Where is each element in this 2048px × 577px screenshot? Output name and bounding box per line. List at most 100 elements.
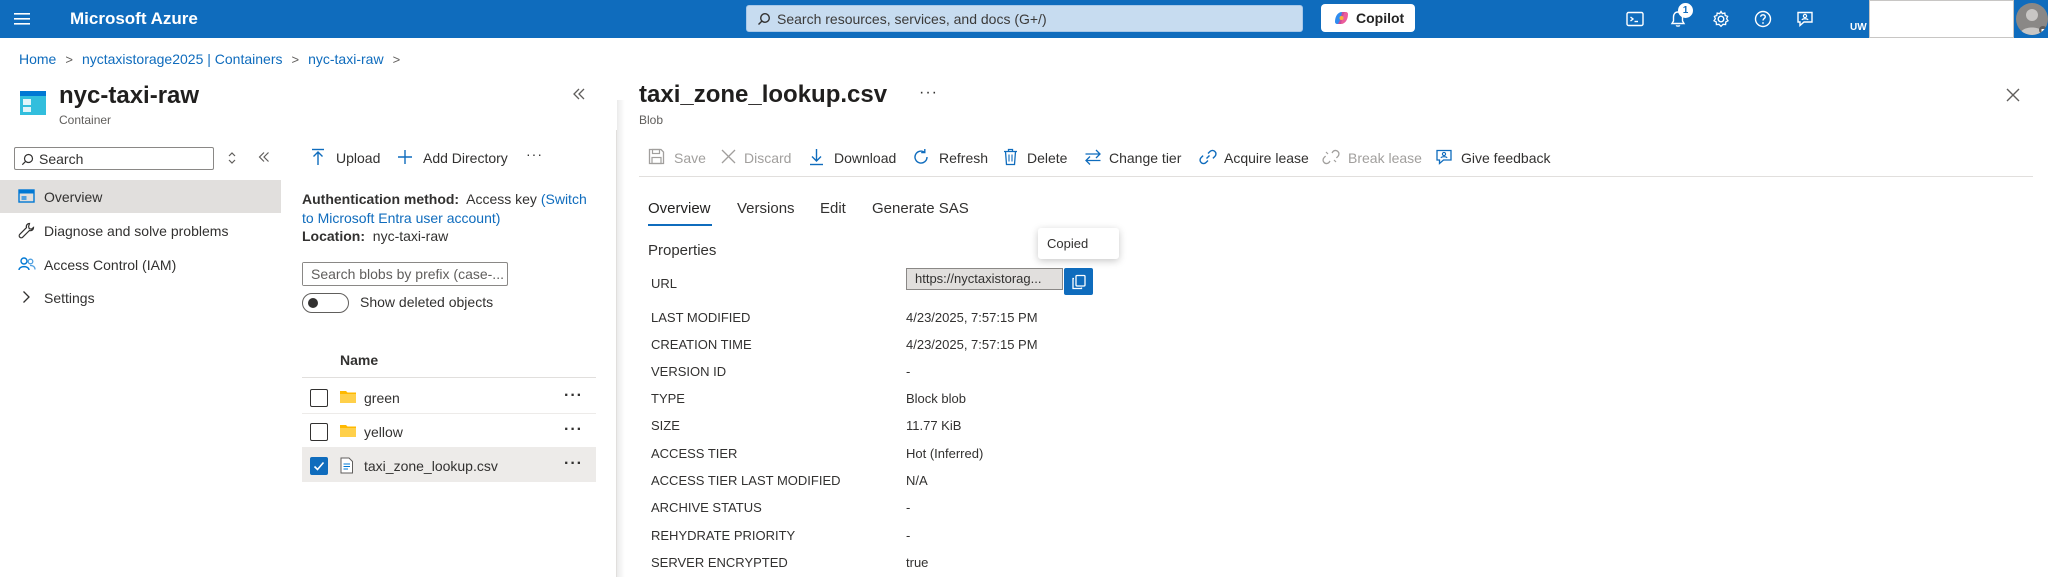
column-header-name[interactable]: Name xyxy=(340,352,378,368)
property-label: REHYDRATE PRIORITY xyxy=(651,528,796,543)
more-options-icon[interactable]: ··· xyxy=(526,146,543,162)
blob-prefix-search[interactable] xyxy=(302,262,508,286)
show-deleted-toggle[interactable] xyxy=(302,293,349,313)
search-icon xyxy=(757,12,771,26)
change-tier-button[interactable]: Change tier xyxy=(1084,148,1184,168)
table-row[interactable]: taxi_zone_lookup.csv ··· xyxy=(302,448,596,482)
change-tier-icon xyxy=(1084,148,1102,166)
break-lease-button[interactable]: Break lease xyxy=(1322,148,1422,168)
breadcrumb-container[interactable]: nyc-taxi-raw xyxy=(308,51,383,67)
delete-button[interactable]: Delete xyxy=(1003,148,1069,168)
collapse-menu-icon[interactable] xyxy=(258,151,270,163)
row-checkbox[interactable] xyxy=(310,389,328,407)
table-row[interactable]: green ··· xyxy=(302,380,596,414)
menu-item-label: Settings xyxy=(44,290,95,306)
row-checkbox[interactable] xyxy=(310,423,328,441)
wrench-icon xyxy=(18,222,35,239)
user-initials: UW xyxy=(1850,22,1867,33)
property-label: TYPE xyxy=(651,391,685,406)
download-label: Download xyxy=(834,150,897,166)
authentication-info: Authentication method: Access key (Switc… xyxy=(302,190,602,228)
avatar[interactable] xyxy=(2016,3,2048,35)
folder-icon xyxy=(339,423,357,438)
upload-icon xyxy=(311,148,325,166)
download-button[interactable]: Download xyxy=(809,148,897,168)
people-icon xyxy=(18,256,36,272)
row-more-icon[interactable]: ··· xyxy=(564,455,583,473)
table-row[interactable]: yellow ··· xyxy=(302,414,596,448)
blob-prefix-input[interactable] xyxy=(303,263,503,285)
property-label: LAST MODIFIED xyxy=(651,310,751,325)
property-value: 11.77 KiB xyxy=(906,418,962,433)
row-name[interactable]: taxi_zone_lookup.csv xyxy=(364,458,498,474)
collapse-blade-icon[interactable] xyxy=(572,87,586,101)
url-field[interactable]: https://nyctaxistorag... xyxy=(906,268,1063,290)
save-button[interactable]: Save xyxy=(648,148,706,168)
help-icon[interactable] xyxy=(1753,9,1773,29)
show-deleted-label: Show deleted objects xyxy=(360,294,494,310)
cloud-shell-icon[interactable] xyxy=(1625,9,1645,29)
menu-item-access-control[interactable]: Access Control (IAM) xyxy=(0,248,281,281)
breadcrumb-storage-account[interactable]: nyctaxistorage2025 | Containers xyxy=(82,51,283,67)
add-directory-button[interactable]: Add Directory xyxy=(397,148,514,168)
refresh-button[interactable]: Refresh xyxy=(912,148,988,168)
property-value: 4/23/2025, 7:57:15 PM xyxy=(906,310,1038,325)
row-more-icon[interactable]: ··· xyxy=(564,387,583,405)
blade-shadow xyxy=(617,100,625,577)
tab-active-indicator xyxy=(648,224,712,226)
menu-item-settings[interactable]: Settings xyxy=(0,281,281,314)
row-name[interactable]: yellow xyxy=(364,424,403,440)
tab-edit[interactable]: Edit xyxy=(820,200,846,217)
acquire-lease-button[interactable]: Acquire lease xyxy=(1199,148,1309,168)
discard-button[interactable]: Discard xyxy=(720,148,792,168)
properties-heading: Properties xyxy=(648,242,717,259)
location-value: nyc-taxi-raw xyxy=(372,228,449,244)
notification-badge: 1 xyxy=(1678,3,1693,18)
breadcrumb-chevron-icon: > xyxy=(291,52,300,67)
property-value: true xyxy=(906,555,929,570)
container-title: nyc-taxi-raw xyxy=(59,82,200,109)
property-value: - xyxy=(906,364,911,379)
sort-updown-icon[interactable] xyxy=(227,151,237,165)
global-search-input[interactable] xyxy=(777,6,1297,31)
overview-icon xyxy=(18,188,35,204)
breadcrumb-home[interactable]: Home xyxy=(19,51,56,67)
tab-versions[interactable]: Versions xyxy=(737,200,795,217)
copilot-button[interactable]: Copilot xyxy=(1321,4,1415,32)
folder-icon xyxy=(339,389,357,404)
location-label: Location: xyxy=(302,228,365,244)
gear-icon[interactable] xyxy=(1711,9,1731,29)
file-icon xyxy=(339,457,354,474)
account-panel[interactable] xyxy=(1869,0,2014,38)
menu-item-diagnose[interactable]: Diagnose and solve problems xyxy=(0,214,281,247)
global-search[interactable] xyxy=(746,5,1303,32)
menu-item-overview[interactable]: Overview xyxy=(0,180,281,213)
tab-overview[interactable]: Overview xyxy=(648,200,711,217)
property-value: - xyxy=(906,528,911,543)
give-feedback-button[interactable]: Give feedback xyxy=(1435,148,1551,168)
discard-label: Discard xyxy=(744,150,792,166)
search-icon xyxy=(21,153,34,166)
azure-brand[interactable]: Microsoft Azure xyxy=(70,9,198,29)
tab-generate-sas[interactable]: Generate SAS xyxy=(872,200,969,217)
copy-url-button[interactable] xyxy=(1064,268,1093,295)
delete-label: Delete xyxy=(1027,150,1068,166)
feedback-icon[interactable] xyxy=(1795,9,1815,29)
row-checkbox[interactable] xyxy=(310,457,328,475)
row-name[interactable]: green xyxy=(364,390,400,406)
row-more-icon[interactable]: ··· xyxy=(564,421,583,439)
copilot-label: Copilot xyxy=(1356,10,1405,26)
upload-button[interactable]: Upload xyxy=(311,148,386,168)
refresh-icon xyxy=(912,148,930,166)
hamburger-menu-icon[interactable] xyxy=(12,9,32,29)
trash-icon xyxy=(1003,148,1018,166)
breadcrumb: Home > nyctaxistorage2025 | Containers > nyc… xyxy=(19,51,409,67)
more-options-icon[interactable]: ··· xyxy=(919,84,938,102)
container-icon xyxy=(19,90,47,116)
close-icon[interactable] xyxy=(2005,87,2021,103)
menu-search[interactable] xyxy=(14,147,214,170)
broken-link-icon xyxy=(1322,148,1340,166)
auth-method-label: Authentication method: xyxy=(302,191,460,207)
menu-search-input[interactable] xyxy=(39,149,209,168)
save-icon xyxy=(648,148,665,165)
